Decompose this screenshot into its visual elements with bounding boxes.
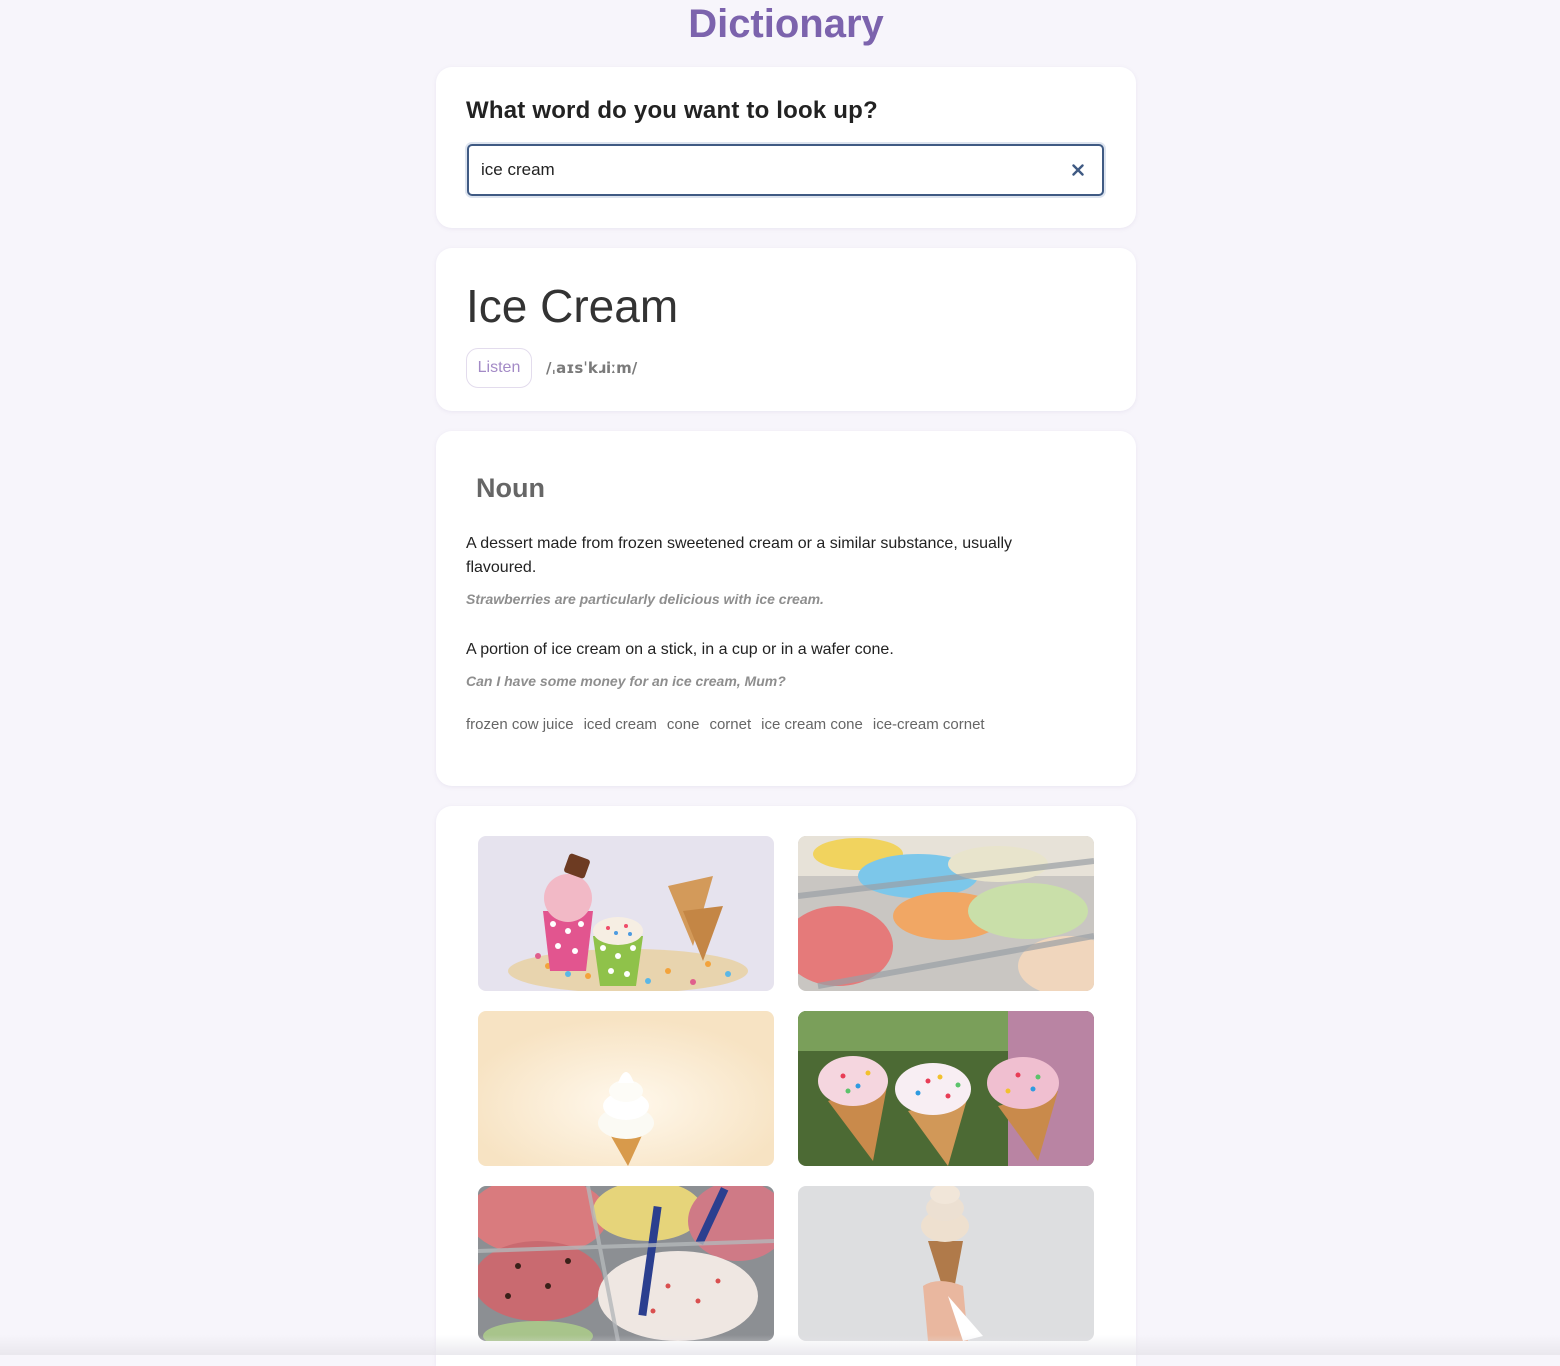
synonym-link[interactable]: cornet [709,715,751,735]
app-title: Dictionary [688,2,884,46]
image-soft-serve[interactable] [478,1011,774,1166]
image-ice-cream-cups[interactable] [478,836,774,991]
synonym-list: frozen cow juice iced cream cone cornet … [466,715,985,735]
synonym-link[interactable]: cone [667,715,700,735]
synonym-link[interactable]: ice-cream cornet [873,715,985,735]
synonym-link[interactable]: frozen cow juice [466,715,574,735]
synonym-link[interactable]: iced cream [584,715,657,735]
listen-button[interactable]: Listen [466,348,532,388]
search-heading: What word do you want to look up? [466,97,878,124]
image-hand-cone[interactable] [798,1186,1094,1341]
definition: A portion of ice cream on a stick, in a … [466,641,894,658]
search-input[interactable] [481,146,1061,194]
search-card: What word do you want to look up? [436,67,1136,228]
phonetic-text: /ˌaɪsˈkɹiːm/ [546,359,638,377]
example: Can I have some money for an ice cream, … [466,673,786,689]
image-gelato-tubs[interactable] [478,1186,774,1341]
part-of-speech: Noun [476,473,545,503]
image-gelato-display[interactable] [798,836,1094,991]
example: Strawberries are particularly delicious … [466,591,824,607]
search-box[interactable] [467,144,1104,196]
word-card: Ice Cream Listen /ˌaɪsˈkɹiːm/ [436,248,1136,411]
definition: A dessert made from frozen sweetened cre… [466,535,1013,576]
meaning-card: Noun A dessert made from frozen sweetene… [436,431,1136,786]
image-sprinkle-cones[interactable] [798,1011,1094,1166]
close-icon[interactable] [1068,158,1088,182]
synonym-link[interactable]: ice cream cone [761,715,863,735]
images-card [436,806,1136,1366]
word-title: Ice Cream [466,280,679,332]
